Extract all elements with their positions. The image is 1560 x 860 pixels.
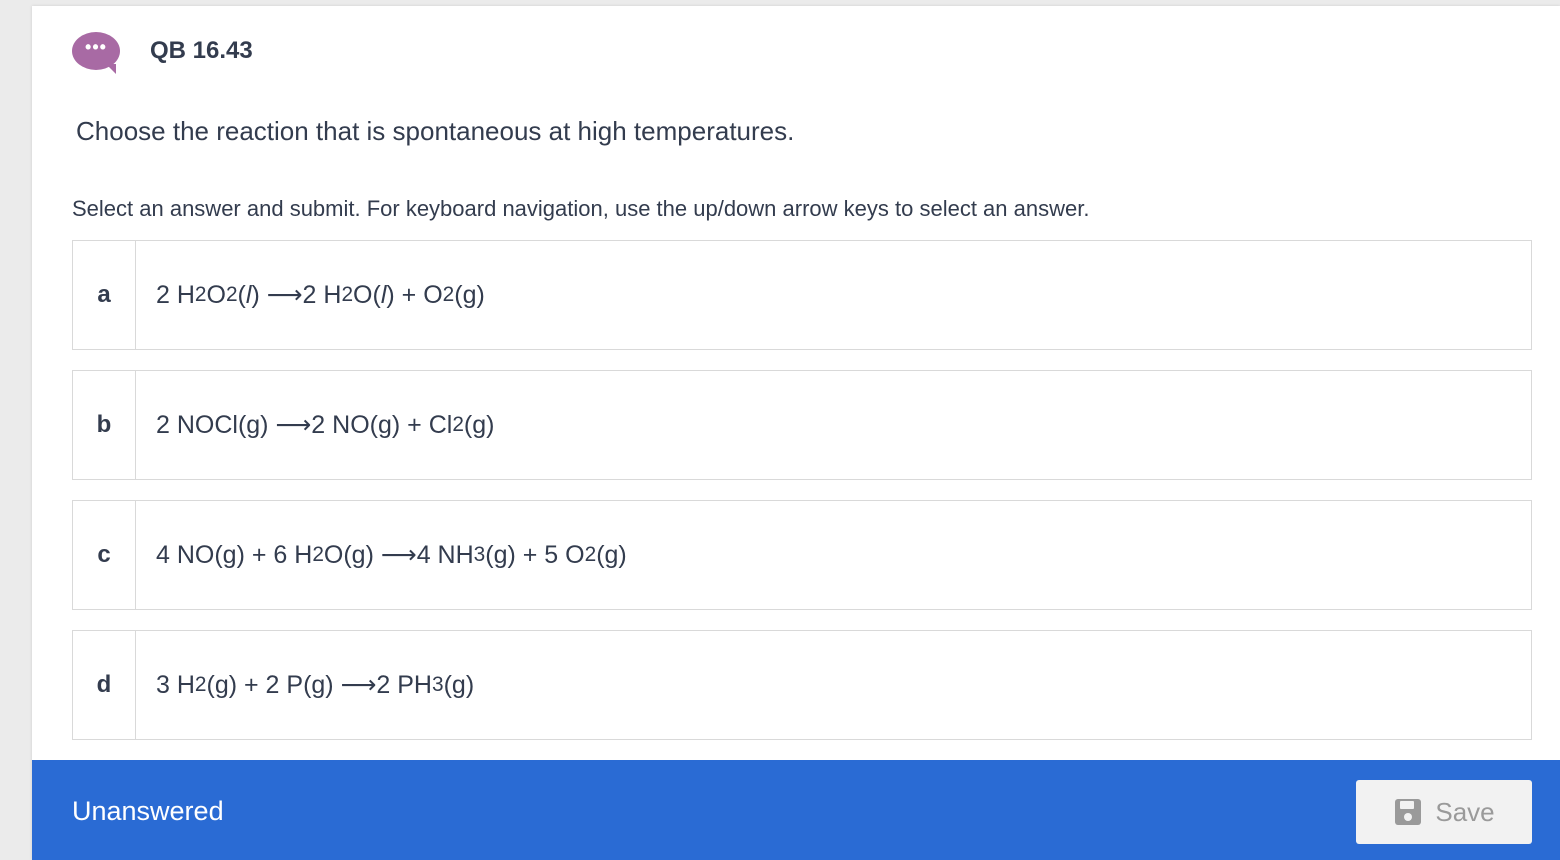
eq-text: (g) xyxy=(454,280,485,309)
eq-text: 3 H xyxy=(156,670,195,699)
instructions-text: Select an answer and submit. For keyboar… xyxy=(72,196,1090,221)
eq-text: ) + O xyxy=(386,280,443,309)
eq-subscript: 2 xyxy=(341,283,354,306)
eq-text: ( xyxy=(237,280,246,309)
eq-subscript: 2 xyxy=(194,673,207,696)
eq-text: ) ⟶2 H xyxy=(251,281,342,309)
eq-text: (g) xyxy=(443,670,475,699)
eq-text: 2 NOCl(g) ⟶2 NO(g) + Cl xyxy=(156,411,453,439)
question-text: Choose the reaction that is spontaneous … xyxy=(76,116,795,146)
chat-bubble-dots-icon[interactable]: ••• xyxy=(72,32,120,74)
question-card: ••• QB 16.43 Choose the reaction that is… xyxy=(32,6,1560,860)
question-id: QB 16.43 xyxy=(150,37,253,64)
eq-subscript: 3 xyxy=(473,543,486,566)
option-equation: 2 NOCl(g) ⟶2 NO(g) + Cl 2 (g) xyxy=(136,371,494,479)
eq-text: (g) xyxy=(463,410,495,439)
footer-bar: Unanswered Save xyxy=(32,760,1560,860)
eq-subscript: 2 xyxy=(312,543,324,566)
eq-subscript: 3 xyxy=(432,673,444,696)
option-letter: b xyxy=(73,371,136,479)
eq-text: (g) xyxy=(596,540,627,569)
save-label: Save xyxy=(1435,796,1495,827)
floppy-disk-icon xyxy=(1393,797,1423,827)
option-letter: d xyxy=(73,631,136,739)
answer-option-b[interactable]: b 2 NOCl(g) ⟶2 NO(g) + Cl 2 (g) xyxy=(72,370,1532,480)
eq-subscript: 2 xyxy=(452,413,464,436)
eq-text: O(g) ⟶4 NH xyxy=(323,541,474,569)
question-header: ••• QB 16.43 xyxy=(72,30,253,74)
answer-status: Unanswered xyxy=(72,796,224,826)
eq-text: 4 NO(g) + 6 H xyxy=(156,540,313,569)
eq-text: O( xyxy=(353,280,381,309)
option-letter: a xyxy=(73,241,136,349)
option-equation: 3 H 2 (g) + 2 P(g) ⟶2 PH 3 (g) xyxy=(136,631,474,739)
eq-subscript: 2 xyxy=(194,283,207,306)
eq-subscript: 2 xyxy=(584,543,597,566)
option-equation: 2 H 2 O 2(l) ⟶2 H 2 O(l) + O 2 (g) xyxy=(136,241,485,349)
eq-text: (g) + 5 O xyxy=(485,540,585,569)
dots-glyph: ••• xyxy=(85,36,107,57)
option-letter: c xyxy=(73,501,136,609)
eq-subscript: 2 xyxy=(442,283,455,306)
eq-subscript: 2 xyxy=(225,283,238,306)
option-equation: 4 NO(g) + 6 H 2 O(g) ⟶4 NH 3 (g) + 5 O 2 (g) xyxy=(136,501,627,609)
eq-text: 2 H xyxy=(156,280,195,309)
answer-option-a[interactable]: a 2 H 2 O 2(l) ⟶2 H 2 O(l) + O 2 (g) xyxy=(72,240,1532,350)
save-button[interactable]: Save xyxy=(1356,780,1532,844)
answer-option-c[interactable]: c 4 NO(g) + 6 H 2 O(g) ⟶4 NH 3 (g) + 5 O 2 (g) xyxy=(72,500,1532,610)
eq-text: O xyxy=(206,280,226,309)
eq-text: (g) + 2 P(g) ⟶2 PH xyxy=(206,671,433,699)
answer-option-d[interactable]: d 3 H 2 (g) + 2 P(g) ⟶2 PH 3 (g) xyxy=(72,630,1532,740)
